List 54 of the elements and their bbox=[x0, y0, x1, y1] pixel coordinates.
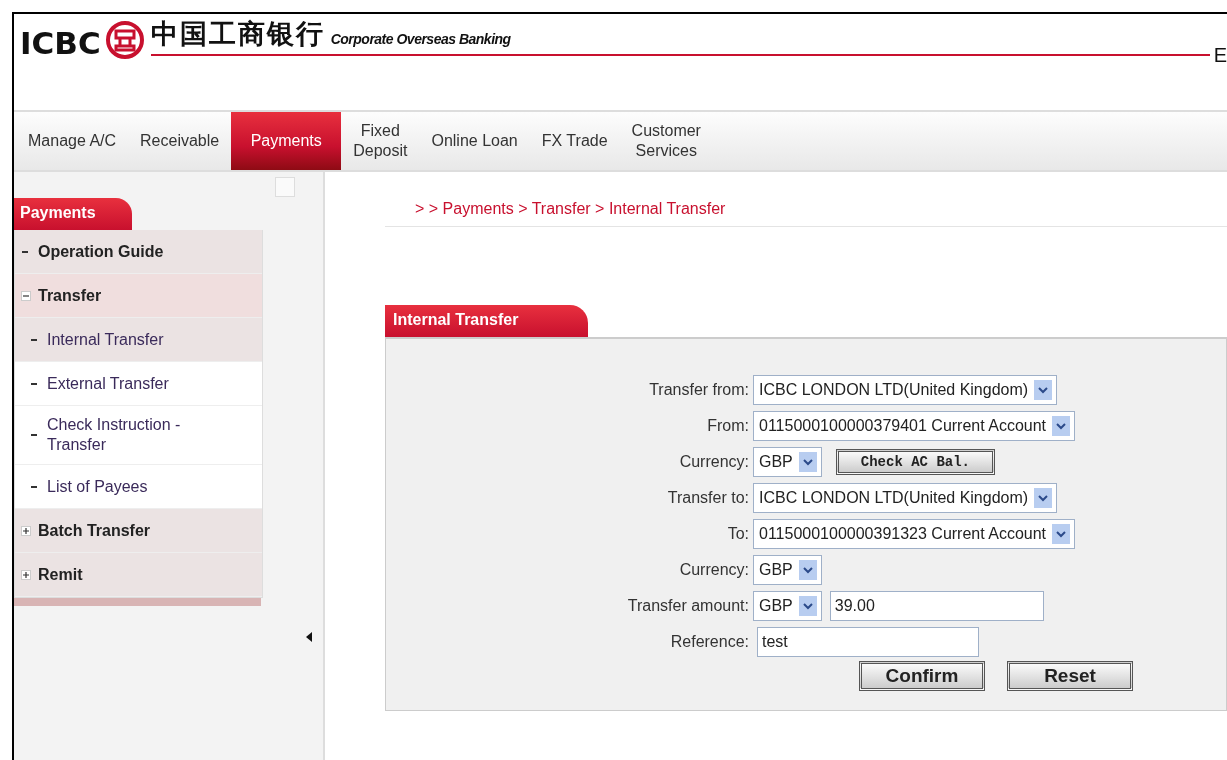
chevron-down-icon bbox=[1034, 488, 1053, 508]
dash-icon bbox=[31, 485, 37, 488]
collapse-arrow-icon[interactable] bbox=[306, 632, 312, 642]
dash-icon bbox=[31, 382, 37, 385]
header-text: E bbox=[1213, 50, 1227, 60]
check-balance-button[interactable]: Check AC Bal. bbox=[835, 449, 995, 475]
field-label: Reference: bbox=[669, 633, 750, 651]
nav-tab[interactable]: Payments bbox=[231, 112, 342, 170]
tagline: Corporate Overseas Banking bbox=[330, 31, 511, 47]
field-label: Transfer from: bbox=[648, 381, 750, 399]
logo-chinese-text: 中国工商银行 bbox=[150, 18, 325, 50]
panel-title: Internal Transfer bbox=[385, 305, 588, 337]
field-label: Transfer amount: bbox=[626, 597, 750, 615]
field-label: From: bbox=[706, 417, 750, 435]
logo-icon bbox=[104, 20, 145, 60]
nav-tab[interactable]: Fixed Deposit bbox=[341, 112, 420, 170]
chevron-down-icon bbox=[798, 596, 817, 616]
reference-field[interactable]: test bbox=[757, 627, 979, 657]
sidebar-item[interactable]: Remit bbox=[38, 565, 83, 584]
dropdown[interactable]: GBP bbox=[753, 591, 822, 621]
dropdown[interactable]: 0115000100000379401 Current Account bbox=[753, 411, 1076, 441]
chevron-down-icon bbox=[1052, 524, 1071, 544]
chevron-down-icon bbox=[798, 452, 817, 472]
dash-icon bbox=[31, 434, 37, 436]
nav-tab[interactable]: Receivable bbox=[128, 112, 232, 170]
dropdown[interactable]: ICBC LONDON LTD(United Kingdom) bbox=[753, 375, 1058, 405]
chevron-down-icon bbox=[1034, 380, 1053, 400]
field-label: Currency: bbox=[678, 453, 750, 471]
reset-button[interactable]: Reset bbox=[1007, 661, 1133, 691]
nav-tab[interactable]: Customer Services bbox=[619, 112, 713, 170]
breadcrumb: > > Payments > Transfer > Internal Transfer bbox=[385, 196, 1227, 227]
dropdown[interactable]: GBP bbox=[753, 555, 822, 585]
field-label: Transfer to: bbox=[666, 489, 750, 507]
dropdown[interactable]: GBP bbox=[753, 447, 822, 477]
chevron-down-icon bbox=[798, 560, 817, 580]
sidebar-subitem[interactable]: Check Instruction - Transfer bbox=[47, 415, 181, 455]
dropdown[interactable]: ICBC LONDON LTD(United Kingdom) bbox=[753, 483, 1058, 513]
nav-tab[interactable]: FX Trade bbox=[529, 112, 620, 170]
sidebar-subitem[interactable]: External Transfer bbox=[47, 373, 169, 394]
sidebar-item[interactable]: Transfer bbox=[38, 286, 102, 305]
dropdown[interactable]: 0115000100000391323 Current Account bbox=[753, 519, 1076, 549]
amount-field[interactable]: 39.00 bbox=[829, 591, 1044, 621]
confirm-button[interactable]: Confirm bbox=[859, 661, 985, 691]
nav-tab[interactable]: Online Loan bbox=[419, 112, 530, 170]
dash-icon bbox=[22, 250, 28, 253]
field-label: To: bbox=[726, 525, 750, 543]
field-label: Currency: bbox=[678, 561, 750, 579]
sidebar-subitem[interactable]: List of Payees bbox=[47, 476, 148, 497]
sidebar-title: Payments bbox=[14, 198, 132, 230]
sidebar-item[interactable]: Batch Transfer bbox=[38, 521, 151, 540]
nav-tab[interactable]: Manage A/C bbox=[16, 112, 129, 170]
dash-icon bbox=[31, 338, 37, 341]
chevron-down-icon bbox=[1052, 416, 1071, 436]
logo-text: ICBC bbox=[20, 26, 101, 60]
